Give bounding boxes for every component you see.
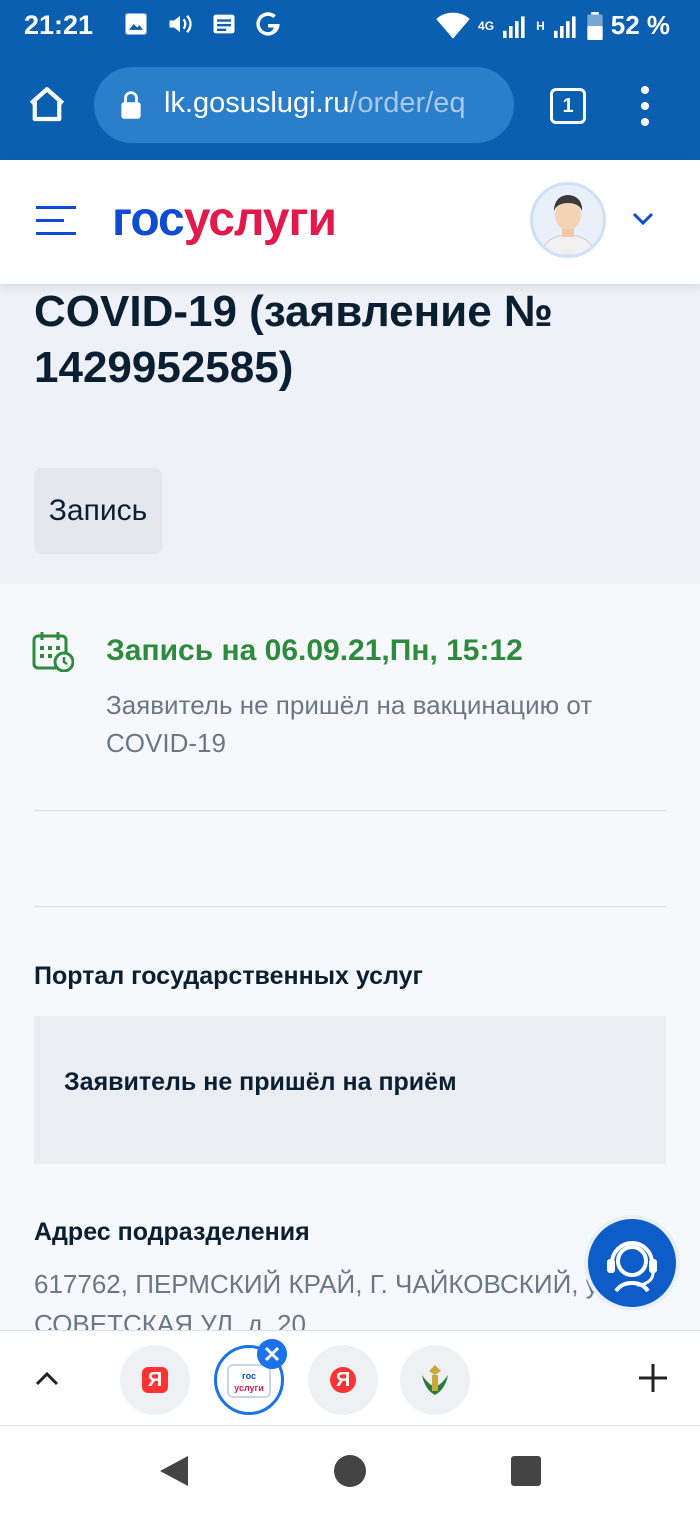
overflow-menu-icon[interactable] (638, 86, 652, 126)
status-time: 21:21 (24, 10, 94, 40)
battery-percent: 52 % (610, 10, 670, 40)
url-bar: lk.gosuslugi.ru/order/eq 1 (0, 60, 700, 150)
volume-icon (169, 15, 192, 33)
url-path: /order/eq (349, 87, 466, 119)
divider (34, 810, 666, 811)
browser-tab-strip: Я гос услуги Я (0, 1330, 700, 1426)
signal-icon-2 (553, 15, 576, 38)
close-tab-icon[interactable] (257, 1339, 287, 1369)
system-nav-bar (0, 1426, 700, 1517)
url-domain: lk.gosuslugi.ru (164, 87, 350, 119)
page-title: COVID-19 (заявление № 1429952585) (34, 287, 553, 392)
chevron-up-icon[interactable] (34, 1369, 60, 1387)
portal-label: Портал государственных услуг (34, 962, 423, 990)
address-label: Адрес подразделения (34, 1218, 310, 1246)
tab-yandex-1[interactable]: Я (120, 1345, 190, 1415)
portal-message: Заявитель не пришёл на приём (64, 1068, 457, 1096)
gosuslugi-tab-logo: гос услуги (227, 1364, 271, 1398)
yandex-icon: Я (142, 1367, 168, 1393)
divider (34, 906, 666, 907)
logo-part-uslugi: услуги (183, 193, 337, 246)
tab-logo-line1: гос (241, 1371, 256, 1381)
network-type-1: 4G (478, 18, 495, 33)
chevron-down-icon[interactable] (630, 208, 656, 228)
status-bar: 21:21 4G H 52 % (0, 0, 700, 52)
status-chip: Запись (34, 468, 162, 554)
google-icon (256, 12, 280, 36)
image-icon (125, 13, 147, 35)
url-text: lk.gosuslugi.ru/order/eq (164, 87, 465, 120)
tab-yandex-2[interactable]: Я (308, 1345, 378, 1415)
avatar[interactable] (530, 182, 606, 258)
wifi-icon (436, 12, 470, 39)
tab-emblem-site[interactable] (400, 1345, 470, 1415)
tabs-count-button[interactable]: 1 (550, 88, 586, 124)
site-header: госуслуги (0, 160, 700, 284)
lock-icon (121, 91, 141, 119)
headset-operator-icon (607, 1241, 657, 1293)
plus-icon[interactable] (636, 1361, 670, 1395)
support-chat-button[interactable] (584, 1215, 680, 1311)
yandex-icon: Я (330, 1367, 356, 1393)
hamburger-menu-icon[interactable] (36, 206, 76, 236)
signal-icon (503, 15, 525, 38)
address-field[interactable]: lk.gosuslugi.ru/order/eq (94, 67, 514, 143)
status-right: 4G H 52 % (436, 10, 670, 41)
calendar-clock-icon (32, 632, 74, 672)
tab-logo-line2: услуги (234, 1383, 264, 1393)
home-circle-icon[interactable] (334, 1455, 366, 1487)
network-type-2: H (536, 18, 545, 33)
battery-icon (587, 11, 603, 40)
news-icon (213, 14, 235, 34)
notification-icons (122, 10, 282, 38)
home-icon[interactable] (26, 84, 68, 126)
emblem-icon (422, 1365, 448, 1395)
browser-chrome: 21:21 4G H 52 % lk.gosuslugi.ru/order/eq… (0, 0, 700, 160)
appointment-description: Заявитель не пришёл на вакцинацию от COV… (106, 690, 593, 758)
user-avatar-icon (540, 195, 596, 255)
back-icon[interactable] (158, 1454, 190, 1488)
gosuslugi-logo[interactable]: госуслуги (112, 192, 337, 247)
portal-message-box: Заявитель не пришёл на приём (34, 1016, 666, 1164)
appointment-title: Запись на 06.09.21,Пн, 15:12 (106, 634, 523, 667)
recent-apps-icon[interactable] (511, 1456, 541, 1486)
logo-part-gos: гос (112, 193, 185, 246)
